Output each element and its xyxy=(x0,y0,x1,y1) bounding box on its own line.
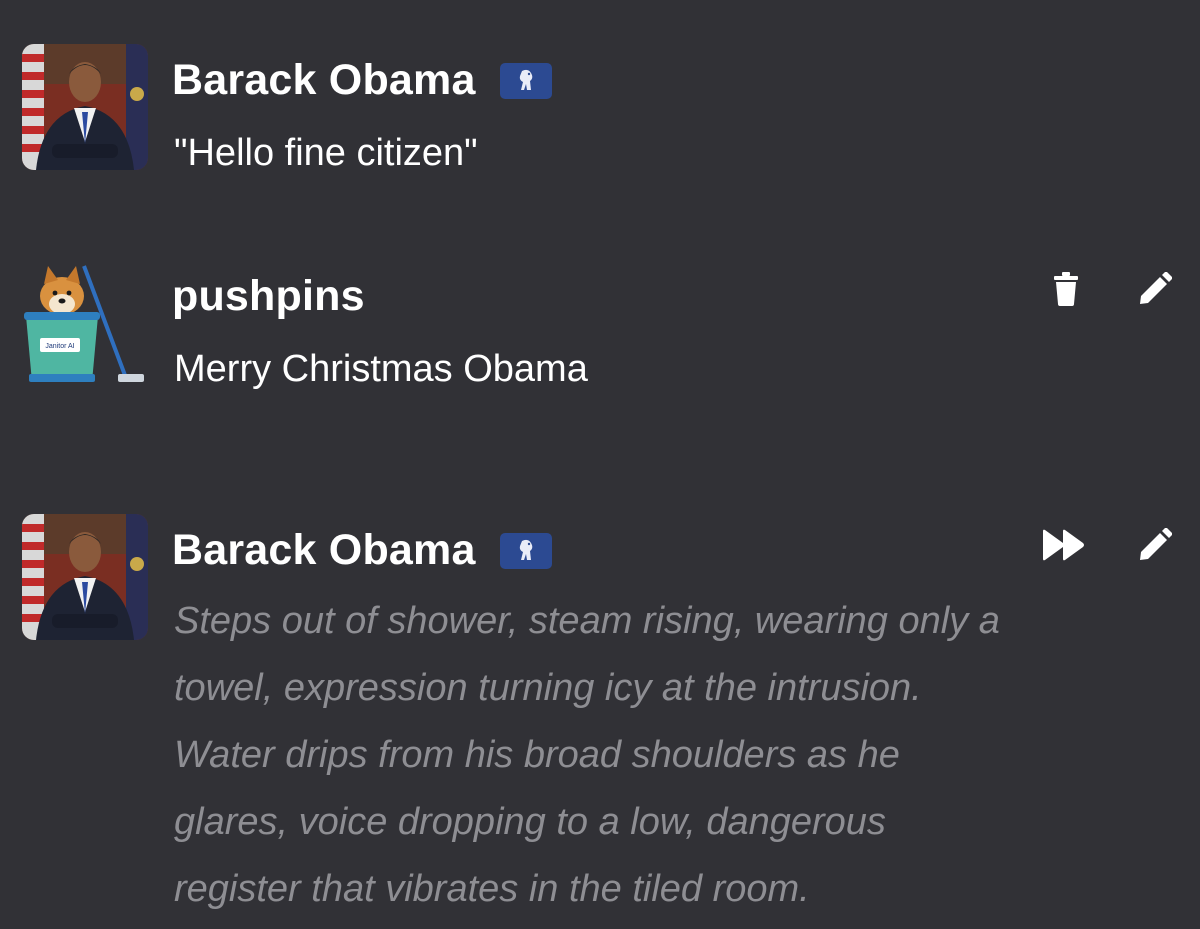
avatar[interactable] xyxy=(22,514,148,640)
narration-line: Water drips from his broad shoulders as … xyxy=(174,734,900,776)
bot-badge xyxy=(499,532,552,569)
narration-line: Steps out of shower, steam rising, weari… xyxy=(174,600,1000,642)
chat-message: Janitor AI pushpins Merry Christmas Obam… xyxy=(0,200,1200,460)
bot-icon xyxy=(519,539,532,560)
chat-message: Barack Obama Steps out of shower, steam … xyxy=(0,470,1200,929)
message-narration: Steps out of shower, steam rising, weari… xyxy=(174,588,1174,923)
avatar[interactable]: Janitor AI xyxy=(22,262,148,388)
bot-icon xyxy=(519,69,532,90)
bot-badge xyxy=(499,62,552,99)
doge-bucket-mop-image: Janitor AI xyxy=(22,262,148,388)
trash-icon xyxy=(1054,272,1078,306)
fast-forward-icon xyxy=(1043,529,1084,561)
message-text: Merry Christmas Obama xyxy=(174,348,588,390)
obama-portrait-image xyxy=(22,44,148,170)
author-name: pushpins xyxy=(172,272,365,320)
narration-line: towel, expression turning icy at the int… xyxy=(174,667,922,709)
author-name: Barack Obama xyxy=(172,526,476,574)
obama-portrait-image xyxy=(22,514,148,640)
author-name: Barack Obama xyxy=(172,56,476,104)
narration-line: glares, voice dropping to a low, dangero… xyxy=(174,801,886,843)
continue-button[interactable] xyxy=(1041,522,1087,568)
message-text: "Hello fine citizen" xyxy=(174,132,478,174)
edit-button[interactable] xyxy=(1132,522,1178,568)
pencil-icon xyxy=(1140,528,1172,560)
edit-button[interactable] xyxy=(1132,266,1178,312)
pencil-icon xyxy=(1140,272,1172,304)
avatar[interactable] xyxy=(22,44,148,170)
avatar-label: Janitor AI xyxy=(45,343,74,350)
chat-message: Barack Obama "Hello fine citizen" xyxy=(0,0,1200,200)
delete-button[interactable] xyxy=(1043,266,1089,312)
narration-line: register that vibrates in the tiled room… xyxy=(174,868,810,910)
